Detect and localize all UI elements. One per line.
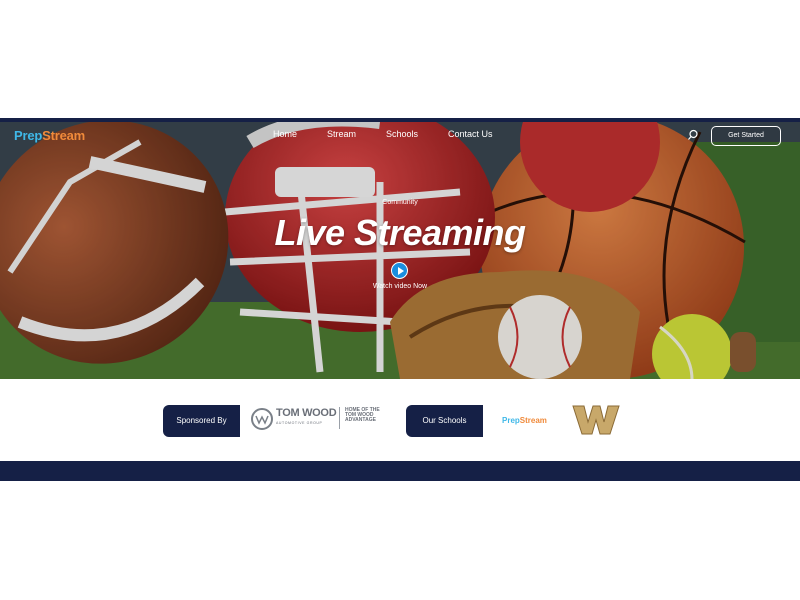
nav-contact-link[interactable]: Contact Us [448, 129, 493, 139]
nav-home-link[interactable]: Home [273, 129, 297, 139]
sponsor-subtitle: AUTOMOTIVE GROUP [276, 421, 323, 425]
sponsor-tagline: HOME OF THE TOM WOOD ADVANTAGE [345, 407, 380, 423]
our-schools-label: Our Schools [406, 405, 483, 437]
get-started-button[interactable]: Get Started [711, 126, 781, 146]
hero-banner: PrepStream Home Stream Schools Contact U… [0, 122, 800, 379]
logo-text-stream: Stream [42, 128, 85, 143]
sponsor-name: TOM WOOD [276, 407, 337, 419]
footer-bar [0, 461, 800, 481]
logo-text-prep: Prep [14, 128, 43, 143]
hero-eyebrow: Community [382, 199, 418, 206]
sponsor-divider [339, 407, 340, 429]
nav-schools-link[interactable]: Schools [386, 129, 418, 139]
hero-title: Live Streaming [274, 212, 526, 253]
prepstream-logo[interactable]: PrepStream [14, 128, 85, 143]
tom-wood-sponsor-logo[interactable]: TOM WOOD AUTOMOTIVE GROUP HOME OF THE TO… [250, 405, 390, 433]
school-prepstream-logo[interactable]: PrepStream [502, 416, 547, 425]
sponsored-by-label: Sponsored By [163, 405, 240, 437]
school-w-logo[interactable] [572, 404, 620, 436]
search-icon[interactable] [687, 129, 699, 141]
nav-stream-link[interactable]: Stream [327, 129, 356, 139]
watch-video-link[interactable]: Watch video Now [0, 283, 800, 290]
top-navigation: PrepStream Home Stream Schools Contact U… [0, 122, 800, 150]
school-logo-text-stream: Stream [519, 416, 547, 425]
tom-wood-emblem-icon [251, 408, 273, 430]
school-logo-text-prep: Prep [502, 416, 520, 425]
play-video-button[interactable] [391, 262, 408, 279]
